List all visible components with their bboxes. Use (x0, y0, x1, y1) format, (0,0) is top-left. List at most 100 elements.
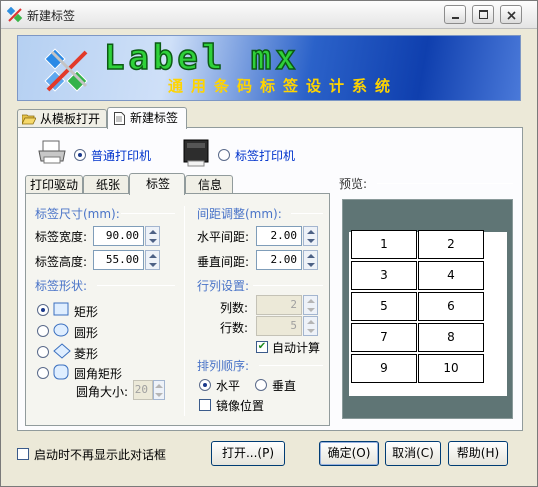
divider (184, 206, 185, 416)
label-height-spinner[interactable] (145, 250, 160, 270)
corner-size-input[interactable]: 20 (133, 380, 153, 400)
shape-diamond-label[interactable]: 菱形 (74, 345, 98, 362)
spacing-group-title: 间距调整(mm): (197, 207, 282, 221)
banner-subtitle: 通用条码标签设计系统 (168, 77, 399, 95)
title-bar[interactable]: 新建标签 (1, 1, 537, 29)
label-height-input[interactable]: 55.00 (93, 250, 144, 270)
h-spacing-input[interactable]: 2.00 (256, 226, 302, 246)
help-button[interactable]: 帮助(H) (448, 441, 508, 466)
document-icon (114, 112, 125, 125)
label-width-spinner[interactable] (145, 226, 160, 246)
mirror-checkbox[interactable] (199, 399, 211, 411)
minimize-button[interactable] (444, 5, 466, 24)
maximize-icon (479, 10, 488, 19)
tab-label: 新建标签 (130, 111, 179, 125)
subtab-label: 信息 (198, 178, 223, 192)
subtab-label: 打印驱动 (30, 178, 79, 192)
divider (253, 285, 323, 286)
radio-order-horizontal[interactable] (199, 379, 211, 391)
label-printer-label[interactable]: 标签打印机 (235, 147, 295, 164)
normal-printer-label[interactable]: 普通打印机 (91, 147, 151, 164)
tab-label: 从模板打开 (40, 112, 101, 126)
subtab-label: 纸张 (96, 178, 121, 192)
preview-label-cell: 5 (351, 292, 417, 321)
radio-shape-circle[interactable] (37, 325, 49, 337)
cols-input[interactable]: 2 (256, 295, 302, 315)
rounded-rectangle-icon (53, 364, 69, 380)
preview-label-cell: 7 (351, 323, 417, 352)
close-button[interactable] (500, 5, 522, 24)
rows-input[interactable]: 5 (256, 316, 302, 336)
v-spacing-spinner[interactable] (303, 250, 318, 270)
radio-normal-printer[interactable] (74, 149, 86, 161)
logo-icon (44, 48, 88, 92)
diamond-icon (53, 343, 71, 359)
radio-label-printer[interactable] (218, 149, 230, 161)
subtab-label: 标签 (146, 177, 171, 191)
label-printer-icon (183, 139, 209, 167)
ellipse-icon (53, 323, 69, 337)
order-group-title: 排列顺序: (197, 359, 250, 373)
divider (377, 183, 513, 184)
minimize-icon (452, 17, 459, 19)
order-vertical-label[interactable]: 垂直 (272, 377, 296, 394)
rowcol-group-title: 行列设置: (197, 279, 250, 293)
preview-label-cell: 6 (418, 292, 484, 321)
dialog-window: 新建标签 Label mx 通用条码标签设计系统 从模板打开 新建标签 普通打印… (0, 0, 538, 487)
label-width-input[interactable]: 90.00 (93, 226, 144, 246)
ok-button[interactable]: 确定(O) (319, 441, 379, 466)
app-icon (7, 7, 23, 23)
tab-new-label[interactable]: 新建标签 (107, 107, 187, 129)
preview-label-cell: 10 (418, 354, 484, 383)
close-icon (507, 11, 516, 20)
app-banner: Label mx 通用条码标签设计系统 (17, 35, 521, 101)
mirror-label[interactable]: 镜像位置 (216, 397, 264, 414)
v-spacing-label: 垂直间距: (197, 255, 250, 269)
shape-roundrect-label[interactable]: 圆角矩形 (74, 365, 122, 382)
shape-group-title: 标签形状: (35, 279, 88, 293)
rectangle-icon (53, 302, 69, 316)
auto-calc-checkbox[interactable]: ✔ (256, 341, 268, 353)
preview-label-cell: 3 (351, 261, 417, 290)
divider (291, 213, 323, 214)
divider (97, 285, 175, 286)
h-spacing-spinner[interactable] (303, 226, 318, 246)
h-spacing-label: 水平间距: (197, 230, 250, 244)
preview-area: 1 2 3 4 5 6 7 8 9 10 (342, 199, 513, 419)
radio-shape-roundrect[interactable] (37, 367, 49, 379)
subtab-driver[interactable]: 打印驱动 (25, 175, 83, 195)
rows-label: 行数: (220, 321, 249, 335)
cols-spinner[interactable] (303, 295, 318, 315)
no-show-checkbox[interactable] (17, 448, 29, 460)
order-horizontal-label[interactable]: 水平 (216, 377, 240, 394)
corner-size-label: 圆角大小: (76, 385, 129, 399)
label-width-label: 标签宽度: (35, 230, 88, 244)
cancel-button[interactable]: 取消(C) (385, 441, 441, 466)
shape-rect-label[interactable]: 矩形 (74, 303, 98, 320)
divider (121, 213, 175, 214)
subtab-info[interactable]: 信息 (185, 175, 233, 195)
preview-label-cell: 2 (418, 230, 484, 259)
maximize-button[interactable] (472, 5, 494, 24)
printer-icon (38, 140, 66, 164)
rows-spinner[interactable] (303, 316, 318, 336)
shape-circle-label[interactable]: 圆形 (74, 324, 98, 341)
divider (259, 365, 323, 366)
tab-open-template[interactable]: 从模板打开 (17, 109, 107, 129)
auto-calc-label[interactable]: 自动计算 (272, 339, 320, 356)
radio-shape-diamond[interactable] (37, 346, 49, 358)
open-button[interactable]: 打开...(P) (211, 441, 285, 466)
preview-label-cell: 1 (351, 230, 417, 259)
subtab-paper[interactable]: 纸张 (83, 175, 129, 195)
radio-shape-rect[interactable] (37, 304, 49, 316)
preview-label-cell: 4 (418, 261, 484, 290)
cols-label: 列数: (220, 301, 249, 315)
no-show-label[interactable]: 启动时不再显示此对话框 (34, 446, 166, 463)
v-spacing-input[interactable]: 2.00 (256, 250, 302, 270)
label-height-label: 标签高度: (35, 255, 88, 269)
corner-size-spinner[interactable] (153, 380, 165, 400)
subtab-label[interactable]: 标签 (129, 173, 185, 195)
preview-title: 预览: (339, 177, 368, 191)
radio-order-vertical[interactable] (255, 379, 267, 391)
preview-label-cell: 9 (351, 354, 417, 383)
